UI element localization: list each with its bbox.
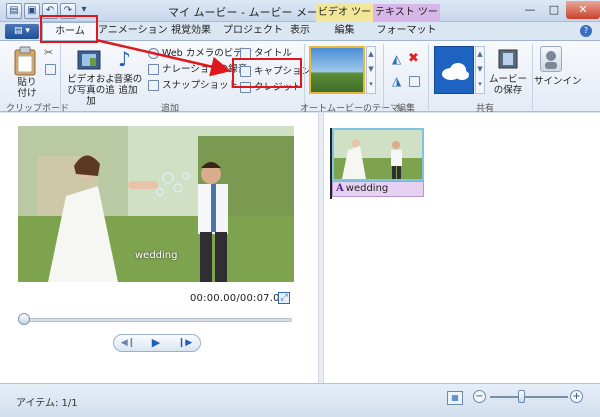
zoom-out-button[interactable]: − [473, 390, 486, 403]
tab-view[interactable]: 表示 [284, 22, 316, 40]
zoom-slider-thumb[interactable] [518, 390, 526, 403]
caption-text-icon: A [336, 183, 344, 194]
thumbnail-size-icon[interactable]: ▦ [447, 391, 463, 405]
camera-icon [148, 80, 159, 91]
film-strip-icon [498, 49, 518, 69]
zoom-in-button[interactable]: + [570, 390, 583, 403]
ribbon-separator [428, 44, 429, 110]
cut-icon[interactable]: ✂ [44, 46, 53, 59]
clip-thumbnail [334, 130, 422, 179]
close-button[interactable]: ✕ [566, 1, 600, 19]
copy-icon[interactable] [45, 64, 56, 75]
save-icon[interactable]: ▣ [24, 3, 40, 19]
select-all-icon[interactable] [409, 76, 420, 87]
expand-preview-icon[interactable]: ⤢ [278, 292, 290, 304]
rotate-right-icon[interactable]: ◮ [392, 74, 401, 88]
signin-label: サインイン [534, 76, 582, 87]
theme-gallery-scroll[interactable]: ▲ ▼ ▾ [366, 46, 376, 94]
maximize-button[interactable]: □ [542, 1, 566, 19]
delete-icon[interactable]: ✖ [408, 51, 419, 66]
app-menu-button[interactable]: ▤ ▾ [5, 24, 39, 39]
seek-bar[interactable] [18, 318, 292, 322]
text-tools-context-label: テキスト ツール [373, 4, 440, 36]
clip-caption-text: wedding [345, 183, 389, 194]
previous-frame-button[interactable]: ◀❙ [116, 335, 140, 351]
play-button[interactable]: ▶ [142, 335, 170, 351]
storyboard-clip[interactable] [332, 128, 424, 181]
zoom-slider-track[interactable] [490, 396, 568, 398]
app-icon: ▤ [6, 3, 22, 19]
ribbon-separator [532, 44, 533, 110]
status-bar [0, 383, 600, 417]
video-tools-context-label: ビデオ ツール [316, 4, 373, 36]
save-movie-button[interactable] [497, 48, 519, 70]
timecode: 00:00.00/00:07.00 [190, 293, 287, 304]
ribbon-separator [60, 44, 61, 110]
tab-edit[interactable]: 編集 [316, 22, 373, 40]
ribbon-separator [383, 44, 384, 110]
tab-format[interactable]: フォーマット [373, 22, 440, 40]
window-title: マイ ムービー - ムービー メーカー [168, 6, 340, 19]
minimize-button[interactable]: — [518, 1, 542, 19]
onedrive-share-button[interactable] [434, 46, 474, 94]
caption-overlay-text[interactable]: wedding [135, 250, 178, 261]
clipboard-icon [14, 46, 36, 76]
item-count: アイテム: 1/1 [16, 398, 78, 409]
highlight-box-caption [232, 58, 302, 88]
paste-button[interactable] [12, 46, 38, 76]
cloud-icon [442, 63, 469, 80]
paste-label: 貼り付け [17, 77, 37, 99]
help-icon[interactable]: ? [580, 25, 592, 37]
rotate-left-icon[interactable]: ◭ [392, 52, 401, 66]
clip-caption-bar[interactable]: Awedding [332, 181, 424, 197]
next-frame-button[interactable]: ❙▶ [172, 335, 198, 351]
save-movie-label[interactable]: ムービーの保存 [488, 74, 528, 96]
seek-thumb[interactable] [18, 313, 30, 325]
snapshot-button[interactable]: スナップショット [162, 80, 238, 91]
automovie-theme-thumbnail[interactable] [309, 46, 365, 94]
pane-splitter[interactable] [318, 113, 324, 383]
share-gallery-scroll[interactable]: ▲ ▼ ▾ [475, 46, 485, 94]
annotation-arrow [95, 38, 231, 77]
highlight-box-home-tab [40, 15, 98, 43]
signin-button[interactable] [540, 46, 562, 72]
user-icon [545, 51, 557, 69]
